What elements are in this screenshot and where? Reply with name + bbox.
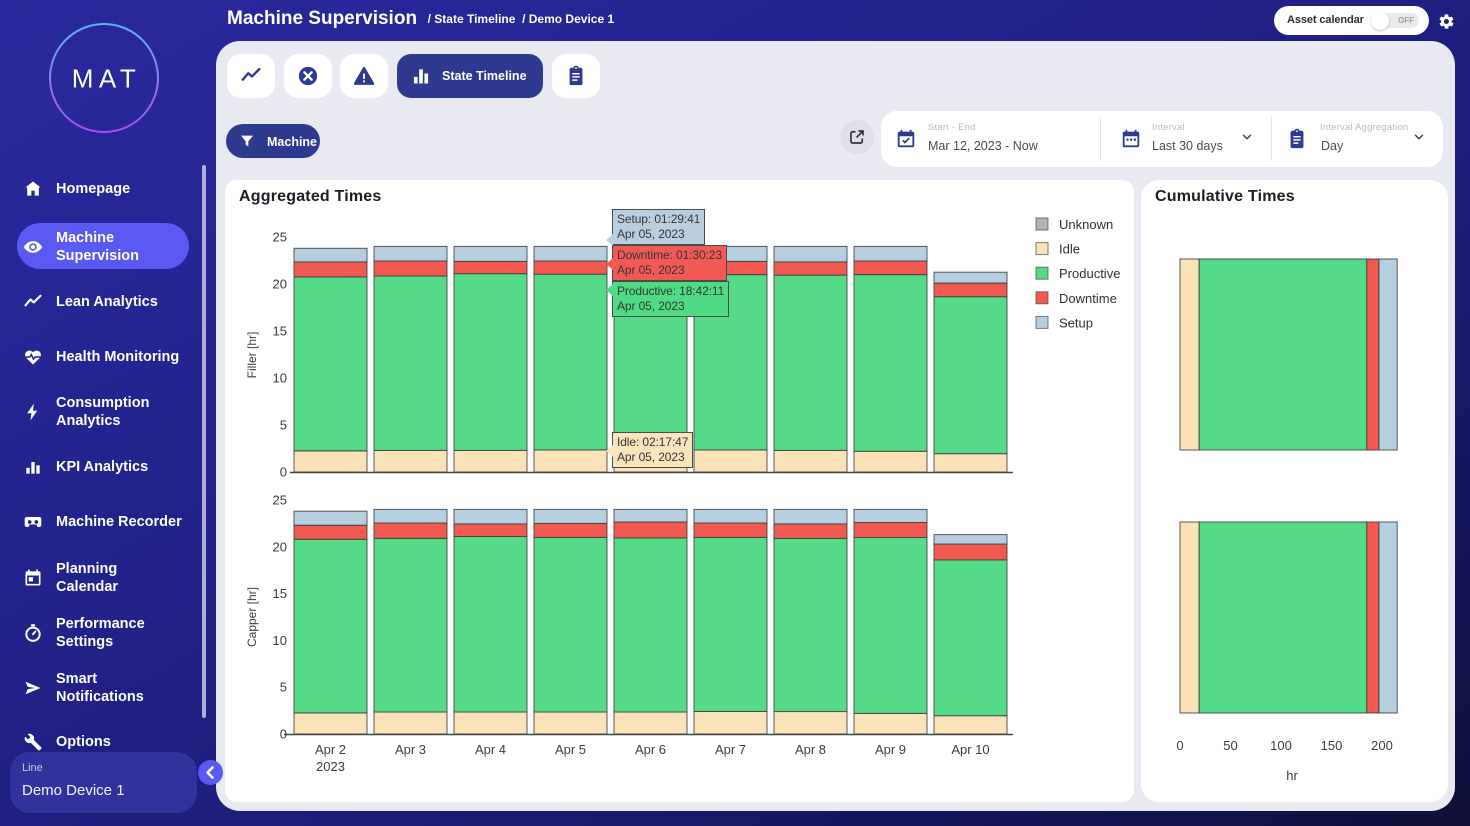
svg-text:0: 0 — [280, 727, 287, 742]
svg-text:Unknown: Unknown — [1059, 217, 1113, 232]
svg-text:25: 25 — [273, 493, 287, 508]
svg-text:Apr 4: Apr 4 — [475, 742, 506, 757]
svg-text:150: 150 — [1321, 738, 1343, 753]
svg-text:Apr 3: Apr 3 — [395, 742, 426, 757]
svg-text:15: 15 — [273, 586, 287, 601]
svg-text:100: 100 — [1270, 738, 1292, 753]
svg-text:Apr 6: Apr 6 — [635, 742, 666, 757]
svg-text:Downtime: Downtime — [1059, 291, 1117, 306]
svg-text:5: 5 — [280, 418, 287, 433]
svg-text:50: 50 — [1223, 738, 1237, 753]
svg-text:hr: hr — [1286, 768, 1298, 783]
svg-text:15: 15 — [273, 324, 287, 339]
svg-text:20: 20 — [273, 277, 287, 292]
svg-text:Filler [hr]: Filler [hr] — [245, 332, 259, 379]
svg-text:20: 20 — [273, 539, 287, 554]
svg-text:Apr 5: Apr 5 — [555, 742, 586, 757]
svg-text:Apr 2: Apr 2 — [315, 742, 346, 757]
svg-text:200: 200 — [1371, 738, 1393, 753]
svg-text:10: 10 — [273, 633, 287, 648]
svg-text:Apr 9: Apr 9 — [875, 742, 906, 757]
svg-text:2023: 2023 — [316, 759, 345, 774]
svg-text:Setup: Setup — [1059, 315, 1093, 330]
svg-text:Apr 10: Apr 10 — [951, 742, 989, 757]
svg-text:10: 10 — [273, 371, 287, 386]
svg-text:25: 25 — [273, 230, 287, 245]
svg-text:Productive: Productive — [1059, 266, 1120, 281]
svg-text:Idle: Idle — [1059, 242, 1080, 257]
svg-text:MAT: MAT — [72, 64, 141, 94]
svg-text:Capper [hr]: Capper [hr] — [245, 587, 259, 647]
svg-text:Apr 7: Apr 7 — [715, 742, 746, 757]
svg-text:0: 0 — [280, 465, 287, 480]
svg-text:5: 5 — [280, 680, 287, 695]
svg-text:0: 0 — [1176, 738, 1183, 753]
svg-text:Apr 8: Apr 8 — [795, 742, 826, 757]
